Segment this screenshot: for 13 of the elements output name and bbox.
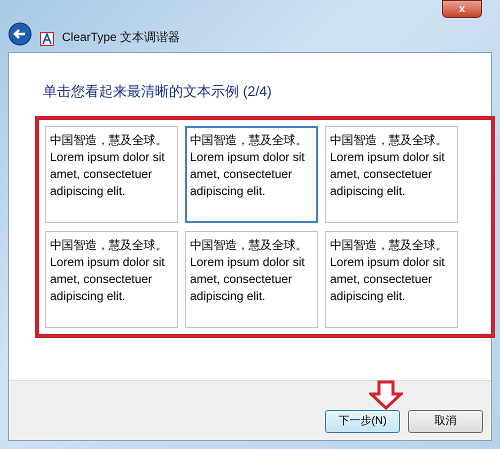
app-icon — [40, 32, 54, 46]
text-sample[interactable]: 中国智造，慧及全球。 Lorem ipsum dolor sit amet, consectetuer adipiscing elit. — [325, 231, 458, 328]
text-sample[interactable]: 中国智造，慧及全球。 Lorem ipsum dolor sit amet, consectetuer adipiscing elit. — [45, 231, 178, 328]
text-sample[interactable]: 中国智造，慧及全球。 Lorem ipsum dolor sit amet, consectetuer adipiscing elit. — [185, 126, 318, 223]
text-sample[interactable]: 中国智造，慧及全球。 Lorem ipsum dolor sit amet, consectetuer adipiscing elit. — [45, 126, 178, 223]
dialog-button[interactable]: 下一步(N) — [325, 410, 400, 433]
window-title: ClearType 文本调谐器 — [62, 29, 180, 46]
instruction-heading: 单击您看起来最清晰的文本示例 (2/4) — [43, 82, 273, 101]
text-sample[interactable]: 中国智造，慧及全球。 Lorem ipsum dolor sit amet, consectetuer adipiscing elit. — [325, 126, 458, 223]
back-icon[interactable] — [8, 22, 32, 46]
text-sample[interactable]: 中国智造，慧及全球。 Lorem ipsum dolor sit amet, consectetuer adipiscing elit. — [185, 231, 318, 328]
arrow-annotation — [369, 380, 403, 410]
dialog-button[interactable]: 取消 — [408, 410, 483, 433]
